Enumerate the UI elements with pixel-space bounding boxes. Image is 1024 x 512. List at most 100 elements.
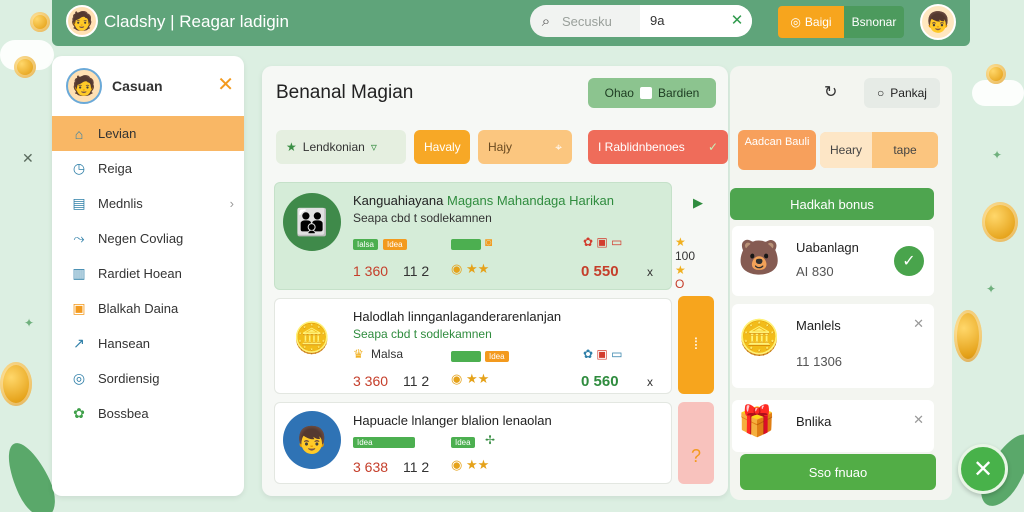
card-subtitle: Seapa cbd t sodlekamnen (353, 211, 492, 225)
filter-label: Lendkonian (302, 140, 365, 154)
tag-badge (451, 239, 481, 250)
side-scroll-tab[interactable]: ? (678, 402, 714, 484)
sidebar-item-label: Levian (98, 126, 137, 141)
star-icon: ★ (286, 140, 297, 154)
coin-decoration (986, 64, 1006, 84)
sidebar-item-label: Negen Covliag (98, 231, 184, 246)
coin-stack-icon: ◉ ★★ (451, 457, 490, 472)
filter-chip-hajy[interactable]: Hajy ⌖ (478, 130, 572, 164)
right-chip-tape[interactable]: tape (872, 132, 938, 168)
gold-bars-icon: 🪙 (738, 319, 781, 357)
app-logo[interactable]: 🧑 (66, 5, 98, 37)
view-toggle[interactable]: Ohao Bardien (588, 78, 716, 108)
treasure-icon: 🪙 (293, 321, 331, 355)
app-title: Cladshy | Reagar ladigin (104, 12, 289, 31)
tag-badge: Idea (485, 351, 509, 362)
close-icon[interactable]: ✕ (913, 316, 924, 332)
chevron-down-icon: ▿ (370, 140, 377, 154)
coin-decoration (954, 310, 982, 362)
bonus-button[interactable]: Hadkah bonus (730, 188, 934, 220)
coin-stack-icon: ◉ ★★ (451, 371, 490, 386)
sidebar-item-reiga[interactable]: ◷ Reiga (52, 151, 244, 186)
reward-item[interactable]: 🪙 Manlels 11 1306 ✕ (732, 304, 934, 388)
card-title: Hapuacle lnlanger blalion lenaolan (353, 413, 552, 428)
refresh-icon[interactable]: ↻ (824, 82, 837, 102)
leaf-icon: ✢ (485, 433, 496, 447)
search-input[interactable]: 9a (640, 5, 722, 37)
bear-icon: 🐻 (738, 239, 781, 277)
right-chip-group: Heary tape (820, 132, 938, 168)
filter-chip-lendkonian[interactable]: ★ Lendkonian ▿ (276, 130, 406, 164)
right-chip-primary[interactable]: Aadcan Bauli (738, 130, 816, 170)
filter-label: I Rablidnbenoes (598, 140, 685, 154)
sidebar-item-mednlis[interactable]: ▤ Mednlis › (52, 186, 244, 221)
play-icon[interactable]: ▶ (693, 195, 703, 211)
card-count: 11 2 (403, 263, 430, 279)
chevron-right-icon: › (229, 196, 234, 211)
filter-chip-rablidnbenoes[interactable]: I Rablidnbenoes ✓ (588, 130, 728, 164)
info-icon: ? (690, 446, 701, 466)
tag-badge: Idea (383, 239, 407, 250)
card-mini-value: ★ 100 (675, 235, 695, 263)
team-avatar: 👨‍👨‍👦 (283, 193, 341, 251)
card-count: 11 2 (403, 373, 430, 389)
right-chip-heary[interactable]: Heary (820, 132, 872, 168)
card-mini-value: x (647, 375, 653, 389)
list-item[interactable]: 👦 Hapuacle lnlanger blalion lenaolan Ide… (274, 402, 672, 484)
right-header-button[interactable]: ○ Pankaj (864, 78, 940, 108)
list-item[interactable]: 👨‍👨‍👦 Kanguahiayana Magans Mahandaga Har… (274, 182, 703, 291)
close-icon: ✕ (22, 150, 34, 166)
sidebar-item-label: Mednlis (98, 196, 143, 211)
sidebar-item-label: Sordiensig (98, 371, 160, 386)
floating-action-button[interactable]: ✕ (958, 444, 1008, 494)
flower-icon: ✿ ▣ ▭ (583, 235, 623, 249)
side-scroll-tab[interactable]: ⁞ (678, 296, 714, 394)
card-mini-value-2: x (647, 265, 653, 279)
gift-icon: 🎁 (738, 405, 776, 438)
close-icon: ✕ (972, 455, 994, 483)
reward-name: Uabanlagn (796, 240, 859, 255)
tag-badge: Ialsa (353, 239, 378, 250)
top-action-label-a: Baigi (804, 15, 832, 29)
sidebar-item-negen-covliag[interactable]: ⤳ Negen Covliag (52, 221, 244, 256)
primary-action-button[interactable]: Sso fnuao (740, 454, 936, 490)
list-item[interactable]: 🪙 Halodlah linnganlaganderarenlanjan Sea… (274, 298, 672, 394)
close-sidebar-icon[interactable]: ✕ (217, 72, 234, 97)
search-bar[interactable]: ⌕ Secusku 9a ✕ (530, 5, 752, 37)
top-action-button-a[interactable]: ◎ Baigi (778, 6, 844, 38)
sidebar-item-sordiensig[interactable]: ◎ Sordiensig (52, 361, 244, 396)
checkbox-icon (639, 87, 652, 99)
close-icon[interactable]: ✕ (913, 412, 924, 428)
card-amount: 3 638 (353, 459, 389, 475)
sidebar-item-label: Bossbea (98, 406, 149, 421)
toggle-label: Ohao (604, 86, 634, 100)
card-subtitle: Seapa cbd t sodlekamnen (353, 327, 492, 341)
chart-icon: ▥ (72, 265, 86, 281)
sidebar-item-label: Rardiet Hoean (98, 266, 182, 281)
reward-value: AI 830 (796, 264, 834, 279)
top-action-button-b[interactable]: Bsnonar (844, 6, 904, 38)
card-title: Halodlah linnganlaganderarenlanjan (353, 309, 562, 324)
card-tag-text: Malsa (371, 347, 404, 361)
confirm-icon[interactable]: ✓ (894, 246, 924, 276)
reward-name: Manlels (796, 318, 841, 333)
card-count: 11 2 (403, 459, 430, 475)
sidebar-item-hansean[interactable]: ↗ Hansean (52, 326, 244, 361)
document-icon: ▤ (72, 195, 86, 211)
coin-stack-icon: ◉ ★★ (451, 261, 490, 276)
sidebar-item-bossbea[interactable]: ✿ Bossbea (52, 396, 244, 431)
user-avatar[interactable]: 👦 (920, 4, 956, 40)
pin-icon: ⌖ (555, 139, 562, 154)
coin-decoration (982, 202, 1018, 242)
search-placeholder: Secusku (562, 13, 612, 29)
sidebar-item-rardiet-hoean[interactable]: ▥ Rardiet Hoean (52, 256, 244, 291)
card-title: Kanguahiayana Magans Mahandaga Harikan (353, 193, 614, 208)
tag-badge: Idea (451, 437, 475, 448)
cloud-decoration (972, 80, 1024, 106)
sidebar-item-label: Blalkah Daina (98, 301, 179, 316)
sidebar-item-levian[interactable]: ⌂ Levian (52, 116, 244, 151)
filter-chip-havaly[interactable]: Havaly (414, 130, 470, 164)
sidebar-item-blalkah-daina[interactable]: ▣ Blalkah Daina (52, 291, 244, 326)
coin-decoration (14, 56, 36, 78)
reward-item[interactable]: 🎁 Bnlika ✕ (732, 400, 934, 452)
